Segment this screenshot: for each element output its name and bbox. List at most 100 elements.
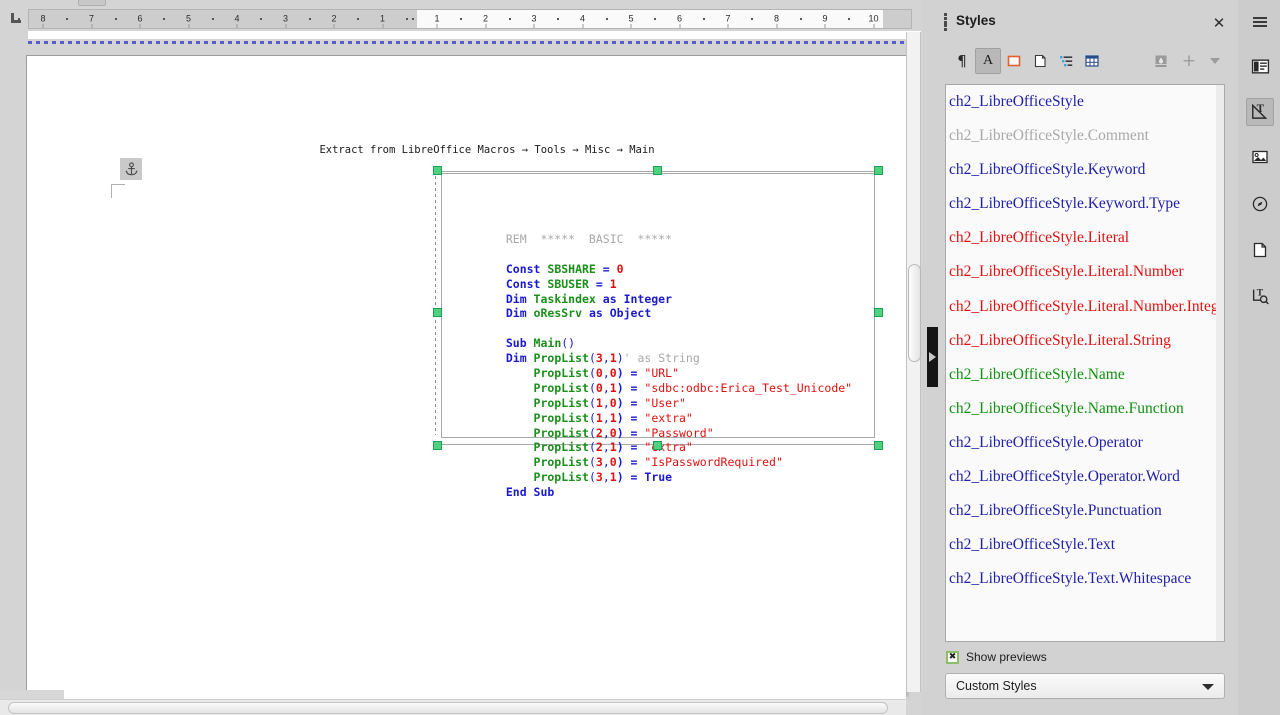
- svg-text:T: T: [1256, 288, 1263, 298]
- ruler-tick-mark: [873, 24, 874, 28]
- resize-handle-middle-right[interactable]: [874, 308, 883, 317]
- page-deck-icon[interactable]: [1246, 236, 1274, 264]
- code-token: (: [588, 440, 596, 455]
- code-token: "IsPasswordRequired": [644, 455, 783, 470]
- style-list-item[interactable]: ch2_LibreOfficeStyle.Name.Function: [946, 392, 1224, 426]
- selected-code-frame[interactable]: REM ***** BASIC ***** Const SBSHARE = 0 …: [433, 166, 883, 499]
- style-list-item[interactable]: ch2_LibreOfficeStyle.Name: [946, 358, 1224, 392]
- navigator-deck-icon[interactable]: [1246, 190, 1274, 218]
- resize-handle-top-center[interactable]: [653, 166, 662, 175]
- code-token: Dim: [492, 351, 534, 366]
- frame-styles-button[interactable]: [1001, 48, 1027, 74]
- anchor-icon[interactable]: [120, 158, 142, 180]
- code-token: =: [588, 276, 610, 291]
- resize-handle-bottom-center[interactable]: [653, 441, 662, 450]
- resize-handle-bottom-left[interactable]: [433, 441, 442, 450]
- ruler-tick-mark: [333, 24, 335, 28]
- style-list-item[interactable]: ch2_LibreOfficeStyle.Keyword: [946, 153, 1224, 187]
- ruler-tick-label: 6: [137, 13, 143, 24]
- style-list-item[interactable]: ch2_LibreOfficeStyle.Comment: [946, 119, 1224, 153]
- code-token: ) =: [616, 380, 645, 395]
- style-list-item[interactable]: ch2_LibreOfficeStyle.Literal.String: [946, 324, 1224, 358]
- fill-format-mode-button[interactable]: [1148, 48, 1174, 74]
- code-token: 0: [595, 380, 603, 395]
- ruler-minor-tick: [800, 18, 802, 20]
- close-icon[interactable]: ✕: [1208, 12, 1230, 34]
- code-token: oResSrv: [533, 306, 583, 321]
- code-line: Sub Main(): [492, 336, 852, 351]
- horizontal-scroll-thumb[interactable]: [8, 702, 888, 714]
- code-token: Integer: [623, 291, 673, 306]
- style-list-item[interactable]: ch2_LibreOfficeStyle: [946, 85, 1224, 119]
- style-inspector-deck-icon[interactable]: T: [1246, 282, 1274, 310]
- character-styles-button[interactable]: A: [975, 48, 1001, 74]
- code-token: 1: [609, 470, 617, 485]
- code-frame-body[interactable]: REM ***** BASIC ***** Const SBSHARE = 0 …: [441, 173, 875, 499]
- paragraph-styles-button[interactable]: ¶: [949, 48, 975, 74]
- page-canvas[interactable]: Extract from LibreOffice Macros → Tools …: [26, 55, 906, 695]
- style-list-item[interactable]: ch2_LibreOfficeStyle.Operator: [946, 426, 1224, 460]
- style-list-item[interactable]: ch2_LibreOfficeStyle.Punctuation: [946, 494, 1224, 528]
- ruler-tick-mark: [679, 24, 680, 28]
- code-token: (: [588, 380, 596, 395]
- gallery-deck-icon[interactable]: [1246, 143, 1274, 171]
- horizontal-ruler-row: 8 7 6 5 4 3 2 1 1 2 3 4 5 6 7 8 9 10: [0, 8, 922, 30]
- document-vertical-scrollbar[interactable]: [906, 32, 921, 692]
- styles-list-scrollbar[interactable]: [1216, 85, 1224, 641]
- resize-handle-top-left[interactable]: [433, 166, 442, 175]
- text-boundary-corner-top-left: [111, 184, 125, 198]
- code-token: 1: [609, 276, 617, 291]
- style-list-item[interactable]: ch2_LibreOfficeStyle.Text.Whitespace: [946, 562, 1224, 596]
- style-list-item[interactable]: ch2_LibreOfficeStyle.Keyword.Type: [946, 187, 1224, 221]
- ruler-tick-mark: [776, 24, 777, 28]
- style-list-item[interactable]: ch2_LibreOfficeStyle.Operator.Word: [946, 460, 1224, 494]
- code-token: SBSHARE: [547, 261, 596, 276]
- ruler-tick-label: 8: [773, 13, 780, 24]
- sidebar-drag-grip[interactable]: [941, 13, 949, 31]
- style-actions-dropdown[interactable]: [1202, 48, 1228, 74]
- style-list-item[interactable]: ch2_LibreOfficeStyle.Literal: [946, 221, 1224, 255]
- code-token: End Sub: [492, 485, 555, 500]
- resize-handle-top-right[interactable]: [874, 166, 883, 175]
- style-list-item[interactable]: ch2_LibreOfficeStyle.Literal.Number: [946, 255, 1224, 289]
- document-horizontal-scrollbar[interactable]: [0, 699, 906, 715]
- show-previews-checkbox[interactable]: ✖ Show previews: [946, 649, 1047, 665]
- sidebar-settings-icon[interactable]: [1246, 8, 1274, 36]
- style-filter-dropdown[interactable]: Custom Styles: [945, 673, 1225, 699]
- list-styles-button[interactable]: [1053, 48, 1079, 74]
- resize-handle-middle-left[interactable]: [433, 308, 442, 317]
- vertical-scroll-thumb[interactable]: [908, 264, 921, 362]
- ruler-right-margin[interactable]: [883, 10, 911, 28]
- properties-deck-icon[interactable]: [1246, 52, 1274, 80]
- code-token: Taskindex: [533, 291, 596, 306]
- page-styles-button[interactable]: [1027, 48, 1053, 74]
- ruler-minor-tick: [557, 18, 559, 20]
- style-list-item[interactable]: ch2_LibreOfficeStyle.Literal.Number.Inte…: [946, 290, 1224, 324]
- sidebar-collapse-grip[interactable]: [927, 327, 938, 387]
- code-token: PropList: [492, 410, 589, 425]
- code-token: True: [644, 470, 673, 485]
- new-style-button[interactable]: +: [1176, 48, 1202, 74]
- styles-deck-icon[interactable]: T: [1246, 98, 1274, 126]
- code-token: ,: [602, 395, 610, 410]
- styles-items-container: ch2_LibreOfficeStyle ch2_LibreOfficeStyle…: [946, 85, 1224, 596]
- code-token: 1: [609, 380, 617, 395]
- styles-list[interactable]: ch2_LibreOfficeStyle ch2_LibreOfficeStyle…: [945, 84, 1225, 642]
- code-line: End Sub: [492, 485, 852, 500]
- styles-toolbar: ¶ A +: [938, 46, 1238, 80]
- code-line: PropList(1,1) = "extra": [492, 411, 852, 426]
- code-token: PropList: [492, 395, 589, 410]
- ruler-minor-tick: [460, 18, 462, 20]
- code-token: 2: [595, 440, 603, 455]
- ruler-tick-mark: [139, 24, 141, 28]
- code-token: ' as String: [623, 351, 700, 366]
- horizontal-ruler[interactable]: 8 7 6 5 4 3 2 1 1 2 3 4 5 6 7 8 9 10: [18, 9, 912, 29]
- table-styles-button[interactable]: [1079, 48, 1105, 74]
- ruler-left-margin[interactable]: 8 7 6 5 4 3 2 1: [18, 10, 417, 28]
- resize-handle-bottom-right[interactable]: [874, 441, 883, 450]
- ruler-minor-tick: [212, 18, 214, 20]
- tab-stop-selector[interactable]: [8, 11, 26, 27]
- style-list-item[interactable]: ch2_LibreOfficeStyle.Text: [946, 528, 1224, 562]
- ruler-text-area[interactable]: 1 2 3 4 5 6 7 8 9 10: [412, 10, 899, 28]
